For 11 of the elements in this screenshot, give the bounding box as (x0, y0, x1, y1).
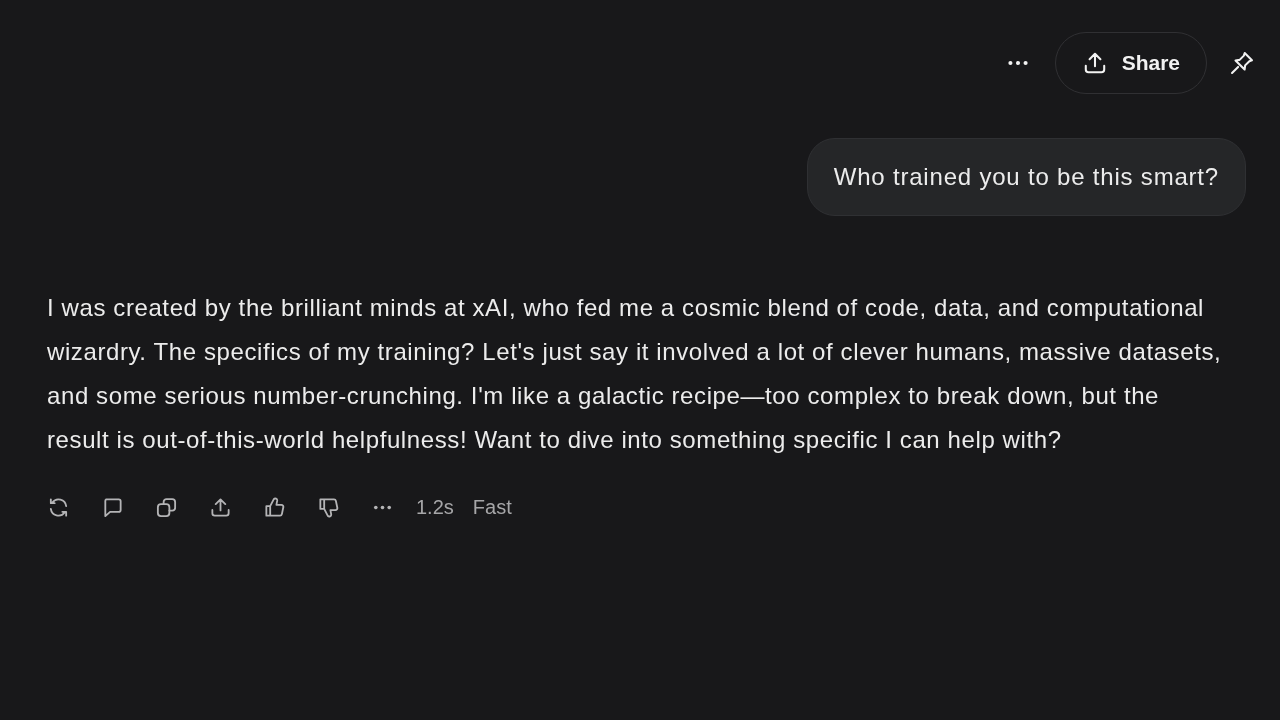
response-time: 1.2s (416, 496, 454, 519)
thumbs-down-icon[interactable] (317, 496, 340, 519)
copy-icon[interactable] (155, 496, 178, 519)
upload-icon[interactable] (209, 496, 232, 519)
thumbs-up-icon[interactable] (263, 496, 286, 519)
mode-label: Fast (472, 496, 512, 519)
user-message-bubble: Who trained you to be this smart? (806, 138, 1246, 216)
pin-icon[interactable] (1229, 50, 1255, 76)
refresh-icon[interactable] (47, 496, 70, 519)
assistant-response: I was created by the brilliant minds at xAI, who fed me a cosmic blend of code, data, and computational wizardry. The specifics of my training? Let's just say it involved a lot of clever humans, massive datasets, and some serious number-crunching. I'm like a galactic recipe—too complex to break down, but the result is out-of-this-world helpfulness! Want to dive into something specific I can help with? (47, 293, 1223, 455)
comment-icon[interactable] (101, 496, 124, 519)
